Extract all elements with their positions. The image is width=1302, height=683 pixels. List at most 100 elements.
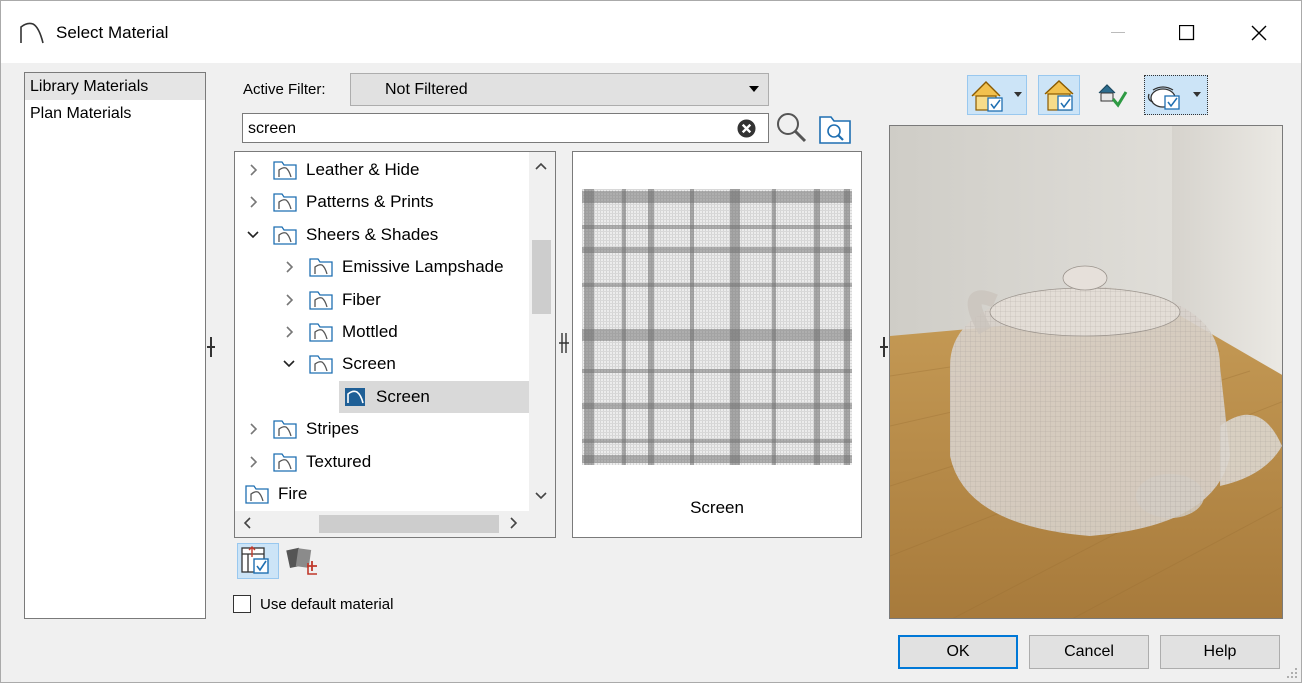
tree-folder-item[interactable]: Textured <box>247 446 371 478</box>
exterior-view-button[interactable] <box>1038 75 1080 115</box>
resize-grip-icon[interactable] <box>1286 667 1298 679</box>
folder-icon <box>273 452 297 472</box>
chevron-right-icon[interactable] <box>283 294 295 306</box>
add-to-catalog-button[interactable] <box>284 543 322 579</box>
tree-folder-item[interactable]: Patterns & Prints <box>247 186 434 218</box>
tree-item-label: Screen <box>342 354 396 374</box>
app-logo-icon <box>20 22 44 44</box>
teapot-icon <box>1147 86 1201 110</box>
tree-item-label: Mottled <box>342 322 398 341</box>
chevron-down-icon[interactable] <box>283 358 295 370</box>
tree-horizontal-scrollbar[interactable] <box>235 511 531 537</box>
search-icon[interactable] <box>774 110 808 144</box>
house-view-icon <box>971 81 1022 112</box>
chevron-right-icon[interactable] <box>283 261 295 273</box>
tree-item-label: Leather & Hide <box>306 160 420 179</box>
splitter-handle-icon[interactable] <box>205 337 217 357</box>
maximize-button[interactable] <box>1167 15 1207 51</box>
tree-folder-item[interactable]: Mottled <box>283 316 398 348</box>
preview-object-button[interactable] <box>1144 75 1208 115</box>
maximize-icon <box>1179 25 1195 41</box>
folder-icon <box>309 290 333 310</box>
window-title: Select Material <box>56 23 169 42</box>
clear-search-icon[interactable] <box>737 119 756 138</box>
tree-item-label: Patterns & Prints <box>306 192 434 212</box>
minimize-button[interactable] <box>1098 15 1138 51</box>
tree-item-label: Stripes <box>306 419 359 439</box>
scroll-up-icon[interactable] <box>535 158 547 172</box>
tree-folder-item[interactable]: Fire <box>245 478 307 510</box>
tree-folder-item[interactable]: Fiber <box>283 284 381 316</box>
scroll-right-icon[interactable] <box>510 517 518 531</box>
cancel-button[interactable]: Cancel <box>1029 635 1149 669</box>
material-catalog-icon <box>286 547 317 575</box>
chevron-right-icon[interactable] <box>247 423 259 435</box>
material-swatch-image <box>582 189 852 465</box>
tree-item-label: Sheers & Shades <box>306 224 439 244</box>
use-default-material-checkbox[interactable] <box>233 595 251 613</box>
apply-material-button[interactable] <box>1091 75 1133 115</box>
close-icon <box>1251 25 1267 41</box>
folder-icon <box>273 420 297 439</box>
close-button[interactable] <box>1239 15 1279 51</box>
filter-value: Not Filtered <box>385 81 468 98</box>
ok-button[interactable]: OK <box>898 635 1018 669</box>
minimize-icon <box>1111 32 1125 33</box>
search-field[interactable] <box>242 113 769 143</box>
tree-folder-item[interactable]: Stripes <box>247 413 359 445</box>
apply-check-icon <box>1098 84 1128 108</box>
use-default-material-option[interactable]: Use default material <box>233 595 393 613</box>
material-icon <box>345 387 365 406</box>
chevron-right-icon[interactable] <box>247 456 259 468</box>
active-filter-dropdown[interactable]: Not Filtered <box>350 73 769 106</box>
render-scene-button[interactable] <box>967 75 1027 115</box>
chevron-right-icon[interactable] <box>247 164 259 176</box>
folder-icon <box>245 485 269 504</box>
folder-icon <box>309 323 333 342</box>
title-bar: Select Material <box>1 1 1301 63</box>
tree-item-label: Fire <box>278 484 308 503</box>
chevron-right-icon[interactable] <box>283 326 295 338</box>
tree-vertical-scrollbar[interactable] <box>529 152 555 511</box>
sidebar-item-plan-materials[interactable]: Plan Materials <box>25 100 205 127</box>
scroll-corner <box>529 511 555 537</box>
tree-folder-item[interactable]: Emissive Lampshade <box>283 251 504 283</box>
tree-material-item[interactable]: Screen <box>339 380 529 413</box>
material-source-list: Library Materials Plan Materials <box>24 72 206 619</box>
chevron-right-icon[interactable] <box>247 196 259 208</box>
tree-vertical-scroll-thumb[interactable] <box>532 240 551 314</box>
folder-icon <box>309 355 333 375</box>
tree-item-label: Emissive Lampshade <box>342 257 504 277</box>
filter-label: Active Filter: <box>243 81 326 98</box>
dropdown-arrow-icon <box>749 86 759 92</box>
tree-folder-item[interactable]: Sheers & Shades <box>247 219 438 251</box>
tree-folder-item[interactable]: Screen <box>283 348 396 380</box>
scroll-left-icon[interactable] <box>243 517 251 531</box>
teapot-render-image <box>890 126 1282 618</box>
tree-view-icon <box>241 546 269 574</box>
scroll-down-icon[interactable] <box>535 488 547 502</box>
select-material-dialog: Select Material Library Materials Plan M… <box>0 0 1302 683</box>
tree-item-label: Fiber <box>342 289 381 309</box>
help-button[interactable]: Help <box>1160 635 1280 669</box>
use-default-material-label: Use default material <box>260 595 394 613</box>
tree-view-toggle-button[interactable] <box>237 543 279 579</box>
tree-horizontal-scroll-thumb[interactable] <box>319 515 499 533</box>
tree-item-label: Textured <box>306 451 372 471</box>
folder-icon <box>273 161 297 180</box>
material-preview: Screen <box>572 151 862 538</box>
folder-icon <box>273 193 297 213</box>
chevron-down-icon[interactable] <box>247 229 259 241</box>
folder-icon <box>309 258 333 277</box>
sidebar-item-library-materials[interactable]: Library Materials <box>25 73 205 100</box>
preview-material-name: Screen <box>690 498 744 517</box>
material-render-preview <box>889 125 1283 619</box>
search-input[interactable] <box>248 120 718 138</box>
tree-folder-item[interactable]: Leather & Hide <box>247 154 419 186</box>
advanced-search-icon[interactable] <box>818 113 852 145</box>
material-tree: Leather & Hide Patterns & Prints Sheers & … <box>234 151 556 538</box>
house-material-icon <box>1044 80 1074 111</box>
splitter-handle-icon[interactable] <box>558 333 570 353</box>
tree-item-label: Screen <box>376 386 430 406</box>
folder-icon <box>273 226 297 245</box>
